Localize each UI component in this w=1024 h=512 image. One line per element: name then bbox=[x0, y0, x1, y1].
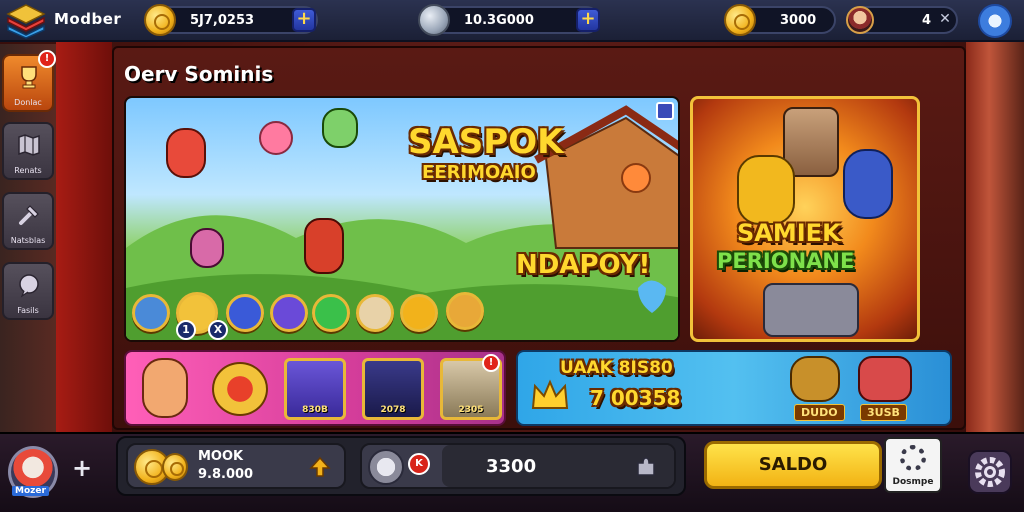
character-hero bbox=[843, 149, 893, 219]
add-coins-button[interactable]: + bbox=[292, 8, 316, 32]
wallet-name: MOOK bbox=[198, 449, 244, 464]
gold-coin-icon[interactable] bbox=[400, 294, 438, 332]
settings-gear-icon[interactable] bbox=[978, 4, 1012, 38]
gold-coin-icon bbox=[144, 4, 176, 36]
heart-icon[interactable] bbox=[312, 294, 350, 332]
map-icon bbox=[18, 134, 40, 156]
close-badge[interactable]: X bbox=[208, 320, 228, 340]
coins-value: 5J7,0253 bbox=[190, 13, 255, 28]
character-promo-banner[interactable]: SAMIEK PERIONANE bbox=[690, 96, 920, 342]
offer-card-label: 2305 bbox=[458, 405, 484, 415]
puzzle-icon[interactable] bbox=[634, 455, 658, 479]
trophy-icon bbox=[21, 66, 37, 89]
profile-square-button[interactable]: Dosmpe bbox=[884, 437, 942, 493]
reward-icon[interactable] bbox=[270, 294, 308, 332]
character-robot-body bbox=[763, 283, 859, 337]
currency-value: 3300 bbox=[486, 456, 537, 477]
gear-icon bbox=[900, 445, 926, 471]
expand-icon[interactable] bbox=[656, 102, 674, 120]
wallet-value: 9.8.000 bbox=[198, 467, 254, 482]
panel-title: Oerv Sominis bbox=[124, 62, 274, 86]
currency-badge: K bbox=[408, 453, 430, 475]
character-mascot bbox=[166, 128, 206, 178]
top-bar: Modber 5J7,0253 + 10.3G000 + 3000 4 ✕ bbox=[0, 0, 1024, 42]
shields-counter: 10.3G000 bbox=[424, 6, 600, 34]
curtain-decoration bbox=[966, 42, 1024, 432]
banner-callout: NDAPOY! bbox=[516, 250, 651, 280]
info-badge[interactable]: 1 bbox=[176, 320, 196, 340]
arrow-up-icon[interactable] bbox=[308, 455, 332, 479]
character-girl bbox=[142, 358, 188, 418]
square-button-label: Dosmpe bbox=[892, 477, 934, 487]
event-banner[interactable]: SASPOK EERIMOAIO NDAPOY! 1 X bbox=[124, 96, 680, 342]
wallet-panel[interactable]: MOOK 9.8.000 bbox=[126, 443, 346, 489]
notification-badge: ! bbox=[38, 50, 56, 68]
gems-value: 3000 bbox=[780, 13, 817, 28]
shield-coin-icon bbox=[418, 4, 450, 36]
offer-card-label: 2078 bbox=[380, 405, 406, 415]
notification-badge: ! bbox=[482, 354, 500, 372]
offer-card[interactable]: 2078 bbox=[362, 358, 424, 420]
sidebar-item-natsblas[interactable]: Natsblas bbox=[2, 192, 54, 250]
offer-card[interactable]: 830B bbox=[284, 358, 346, 420]
magnifier-icon[interactable] bbox=[368, 449, 404, 485]
currency-panel[interactable]: K 3300 bbox=[360, 443, 676, 489]
character-mascot bbox=[322, 108, 358, 148]
close-icon[interactable]: ✕ bbox=[936, 10, 954, 28]
sidebar-item-label: Donlac bbox=[14, 98, 42, 107]
coin-stack-icon[interactable] bbox=[446, 292, 484, 330]
app-logo-icon[interactable] bbox=[6, 3, 46, 39]
brand-name: Modber bbox=[54, 10, 122, 28]
character-mascot bbox=[190, 228, 224, 268]
sidebar-item-fasils[interactable]: Fasils bbox=[2, 262, 54, 320]
chat-icon bbox=[19, 274, 39, 298]
sidebar-item-label: Natsblas bbox=[10, 236, 46, 245]
gold-coin-icon bbox=[162, 453, 188, 481]
reward-tag: 3USB bbox=[860, 404, 907, 421]
player-avatar[interactable] bbox=[846, 6, 874, 34]
offer-card-label: 830B bbox=[302, 405, 328, 415]
settings-button[interactable] bbox=[968, 450, 1012, 494]
banner-headline: SASPOK bbox=[408, 122, 564, 162]
gold-coin-icon bbox=[724, 4, 756, 36]
main-panel: Oerv Sominis SASPOK EERIMOAIO NDAPOY! 1 … bbox=[112, 46, 966, 430]
compass-icon[interactable] bbox=[226, 294, 264, 332]
crown-icon bbox=[530, 378, 570, 412]
sidebar-item-label: Renats bbox=[14, 166, 42, 175]
shields-value: 10.3G000 bbox=[464, 13, 534, 28]
add-friend-button[interactable]: + bbox=[70, 456, 94, 480]
character-bear bbox=[790, 356, 840, 402]
user-tag: Mozer bbox=[12, 486, 49, 496]
level-value: 4 bbox=[922, 13, 932, 28]
reward-icon[interactable] bbox=[356, 294, 394, 332]
curtain-decoration bbox=[56, 42, 112, 432]
promo-title-line1: SAMIEK bbox=[737, 219, 841, 247]
character-hero bbox=[737, 155, 795, 225]
add-shields-button[interactable]: + bbox=[576, 8, 600, 32]
reward-icon[interactable] bbox=[132, 294, 170, 332]
jackpot-value: 7 00358 bbox=[590, 386, 681, 410]
sidebar-item-renats[interactable]: Renats bbox=[2, 122, 54, 180]
sidebar-item-label: Fasils bbox=[17, 306, 39, 315]
promo-title-line2: PERIONANE bbox=[717, 249, 855, 273]
character-mascot bbox=[304, 218, 344, 274]
jackpot-strip[interactable]: UAAK 8IS80 7 00358 DUDO 3USB bbox=[516, 350, 952, 426]
reward-tag: DUDO bbox=[794, 404, 845, 421]
gear-icon bbox=[975, 457, 1005, 487]
saldo-button[interactable]: SALDO bbox=[704, 441, 882, 489]
jackpot-title: UAAK 8IS80 bbox=[560, 358, 673, 378]
offers-strip: 830B 2078 2305 ! bbox=[124, 350, 506, 426]
medal-icon[interactable] bbox=[212, 362, 268, 416]
tools-icon bbox=[19, 205, 39, 225]
character-robot bbox=[858, 356, 912, 402]
banner-subhead: EERIMOAIO bbox=[422, 162, 536, 183]
